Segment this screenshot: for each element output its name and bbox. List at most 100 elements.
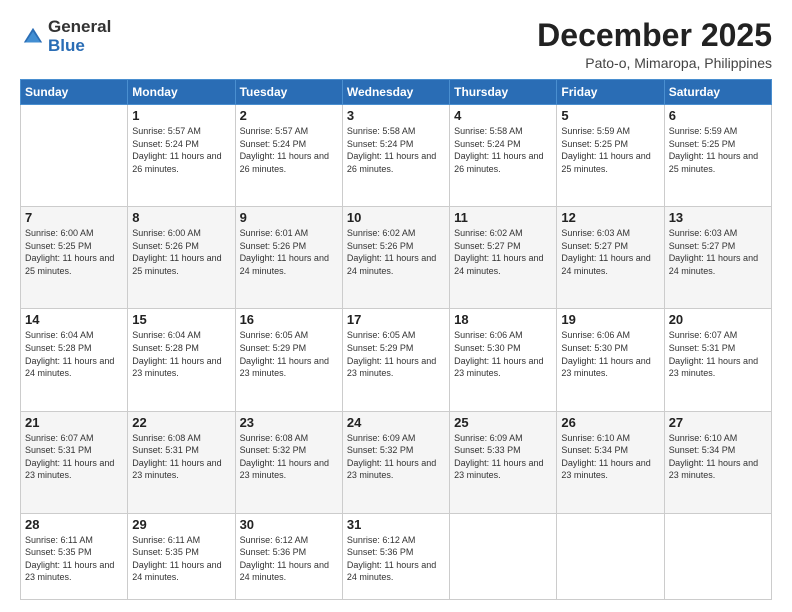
header-tuesday: Tuesday [235,80,342,105]
sunrise-text: Sunrise: 5:59 AM [561,125,659,138]
title-block: December 2025 Pato-o, Mimaropa, Philippi… [537,18,772,71]
month-title: December 2025 [537,18,772,53]
day-number: 8 [132,210,230,225]
daylight-text: Daylight: 11 hours and 24 minutes. [454,252,552,277]
table-cell: 6 Sunrise: 5:59 AM Sunset: 5:25 PM Dayli… [664,105,771,207]
daylight-text: Daylight: 11 hours and 24 minutes. [561,252,659,277]
table-cell: 25 Sunrise: 6:09 AM Sunset: 5:33 PM Dayl… [450,411,557,513]
sunrise-text: Sunrise: 6:11 AM [132,534,230,547]
sunrise-text: Sunrise: 6:04 AM [132,329,230,342]
sunrise-text: Sunrise: 6:04 AM [25,329,123,342]
daylight-text: Daylight: 11 hours and 24 minutes. [240,559,338,584]
cell-info: Sunrise: 6:04 AM Sunset: 5:28 PM Dayligh… [25,329,123,379]
calendar-page: General Blue December 2025 Pato-o, Mimar… [0,0,792,612]
day-number: 26 [561,415,659,430]
sunset-text: Sunset: 5:35 PM [132,546,230,559]
daylight-text: Daylight: 11 hours and 24 minutes. [25,355,123,380]
sunset-text: Sunset: 5:27 PM [454,240,552,253]
sunrise-text: Sunrise: 6:09 AM [347,432,445,445]
daylight-text: Daylight: 11 hours and 23 minutes. [347,355,445,380]
cell-info: Sunrise: 5:59 AM Sunset: 5:25 PM Dayligh… [561,125,659,175]
sunrise-text: Sunrise: 5:58 AM [454,125,552,138]
table-cell: 29 Sunrise: 6:11 AM Sunset: 5:35 PM Dayl… [128,513,235,599]
table-cell [21,105,128,207]
daylight-text: Daylight: 11 hours and 26 minutes. [454,150,552,175]
location: Pato-o, Mimaropa, Philippines [537,55,772,71]
table-cell: 5 Sunrise: 5:59 AM Sunset: 5:25 PM Dayli… [557,105,664,207]
daylight-text: Daylight: 11 hours and 25 minutes. [132,252,230,277]
table-cell: 15 Sunrise: 6:04 AM Sunset: 5:28 PM Dayl… [128,309,235,411]
sunrise-text: Sunrise: 6:12 AM [240,534,338,547]
cell-info: Sunrise: 6:05 AM Sunset: 5:29 PM Dayligh… [347,329,445,379]
cell-info: Sunrise: 6:06 AM Sunset: 5:30 PM Dayligh… [454,329,552,379]
daylight-text: Daylight: 11 hours and 23 minutes. [561,457,659,482]
daylight-text: Daylight: 11 hours and 23 minutes. [454,457,552,482]
table-cell: 24 Sunrise: 6:09 AM Sunset: 5:32 PM Dayl… [342,411,449,513]
sunrise-text: Sunrise: 6:07 AM [25,432,123,445]
cell-info: Sunrise: 6:10 AM Sunset: 5:34 PM Dayligh… [669,432,767,482]
table-cell [450,513,557,599]
sunset-text: Sunset: 5:34 PM [669,444,767,457]
cell-info: Sunrise: 6:01 AM Sunset: 5:26 PM Dayligh… [240,227,338,277]
day-number: 19 [561,312,659,327]
daylight-text: Daylight: 11 hours and 23 minutes. [454,355,552,380]
daylight-text: Daylight: 11 hours and 23 minutes. [25,559,123,584]
sunset-text: Sunset: 5:24 PM [347,138,445,151]
day-number: 1 [132,108,230,123]
sunrise-text: Sunrise: 5:57 AM [132,125,230,138]
day-number: 27 [669,415,767,430]
daylight-text: Daylight: 11 hours and 26 minutes. [347,150,445,175]
cell-info: Sunrise: 5:58 AM Sunset: 5:24 PM Dayligh… [347,125,445,175]
sunrise-text: Sunrise: 6:01 AM [240,227,338,240]
sunset-text: Sunset: 5:31 PM [669,342,767,355]
day-number: 16 [240,312,338,327]
cell-info: Sunrise: 6:02 AM Sunset: 5:26 PM Dayligh… [347,227,445,277]
sunrise-text: Sunrise: 5:57 AM [240,125,338,138]
sunrise-text: Sunrise: 6:07 AM [669,329,767,342]
header-wednesday: Wednesday [342,80,449,105]
logo-general: General [48,18,111,37]
daylight-text: Daylight: 11 hours and 24 minutes. [347,252,445,277]
table-cell [557,513,664,599]
header-thursday: Thursday [450,80,557,105]
sunrise-text: Sunrise: 6:06 AM [454,329,552,342]
sunset-text: Sunset: 5:25 PM [561,138,659,151]
daylight-text: Daylight: 11 hours and 23 minutes. [347,457,445,482]
day-number: 15 [132,312,230,327]
table-cell: 10 Sunrise: 6:02 AM Sunset: 5:26 PM Dayl… [342,207,449,309]
header: General Blue December 2025 Pato-o, Mimar… [20,18,772,71]
table-cell: 13 Sunrise: 6:03 AM Sunset: 5:27 PM Dayl… [664,207,771,309]
table-cell: 14 Sunrise: 6:04 AM Sunset: 5:28 PM Dayl… [21,309,128,411]
daylight-text: Daylight: 11 hours and 23 minutes. [240,355,338,380]
day-number: 31 [347,517,445,532]
table-cell: 7 Sunrise: 6:00 AM Sunset: 5:25 PM Dayli… [21,207,128,309]
sunset-text: Sunset: 5:26 PM [132,240,230,253]
week-row-1: 1 Sunrise: 5:57 AM Sunset: 5:24 PM Dayli… [21,105,772,207]
week-row-4: 21 Sunrise: 6:07 AM Sunset: 5:31 PM Dayl… [21,411,772,513]
table-cell: 23 Sunrise: 6:08 AM Sunset: 5:32 PM Dayl… [235,411,342,513]
sunset-text: Sunset: 5:26 PM [240,240,338,253]
daylight-text: Daylight: 11 hours and 23 minutes. [240,457,338,482]
daylight-text: Daylight: 11 hours and 26 minutes. [132,150,230,175]
table-cell: 22 Sunrise: 6:08 AM Sunset: 5:31 PM Dayl… [128,411,235,513]
table-cell: 28 Sunrise: 6:11 AM Sunset: 5:35 PM Dayl… [21,513,128,599]
cell-info: Sunrise: 5:57 AM Sunset: 5:24 PM Dayligh… [132,125,230,175]
sunrise-text: Sunrise: 6:06 AM [561,329,659,342]
table-cell: 2 Sunrise: 5:57 AM Sunset: 5:24 PM Dayli… [235,105,342,207]
day-number: 6 [669,108,767,123]
cell-info: Sunrise: 6:04 AM Sunset: 5:28 PM Dayligh… [132,329,230,379]
cell-info: Sunrise: 6:12 AM Sunset: 5:36 PM Dayligh… [240,534,338,584]
cell-info: Sunrise: 5:58 AM Sunset: 5:24 PM Dayligh… [454,125,552,175]
day-number: 20 [669,312,767,327]
daylight-text: Daylight: 11 hours and 25 minutes. [561,150,659,175]
day-number: 25 [454,415,552,430]
daylight-text: Daylight: 11 hours and 23 minutes. [132,355,230,380]
cell-info: Sunrise: 6:09 AM Sunset: 5:33 PM Dayligh… [454,432,552,482]
sunset-text: Sunset: 5:26 PM [347,240,445,253]
cell-info: Sunrise: 6:11 AM Sunset: 5:35 PM Dayligh… [25,534,123,584]
sunset-text: Sunset: 5:25 PM [669,138,767,151]
cell-info: Sunrise: 5:57 AM Sunset: 5:24 PM Dayligh… [240,125,338,175]
sunrise-text: Sunrise: 6:03 AM [669,227,767,240]
sunset-text: Sunset: 5:33 PM [454,444,552,457]
table-cell: 17 Sunrise: 6:05 AM Sunset: 5:29 PM Dayl… [342,309,449,411]
